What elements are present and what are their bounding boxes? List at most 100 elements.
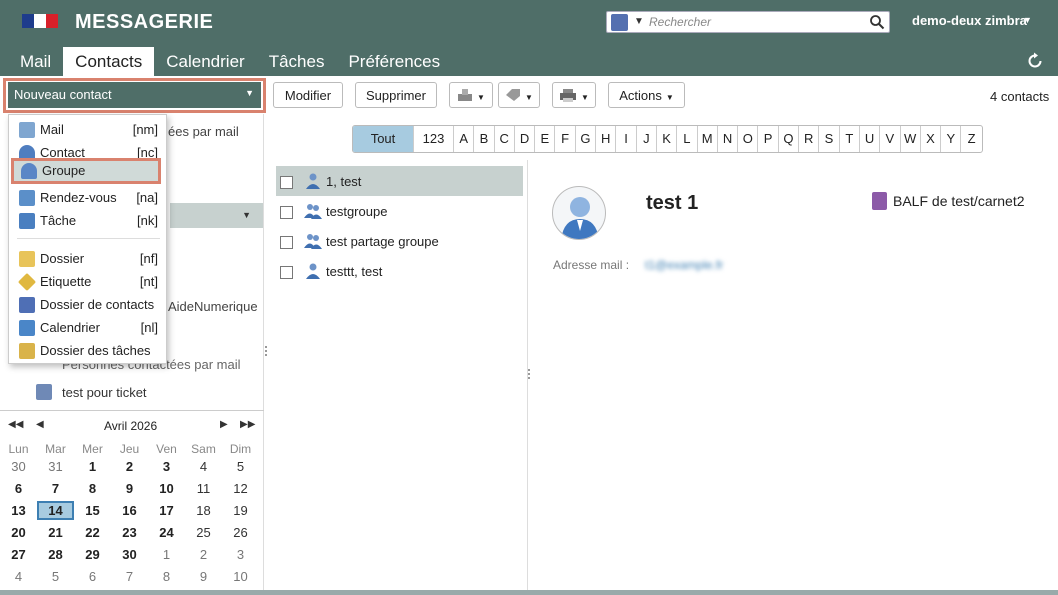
menu-item-folder[interactable]: Dossier [nf] [9,248,168,270]
calendar-day[interactable]: 31 [37,459,74,474]
calendar-day[interactable]: 5 [37,569,74,584]
alphabet-filter-t[interactable]: T [840,126,860,152]
contact-row[interactable]: test partage groupe [276,226,523,256]
alphabet-filter-123[interactable]: 123 [414,126,454,152]
alphabet-filter-j[interactable]: J [637,126,657,152]
email-value[interactable]: t1@example.fr [645,258,723,272]
alphabet-filter-d[interactable]: D [515,126,536,152]
alphabet-filter-h[interactable]: H [596,126,617,152]
chevron-down-icon[interactable]: ▼ [245,88,254,98]
calendar-day[interactable]: 1 [148,547,185,562]
alphabet-filter-e[interactable]: E [535,126,556,152]
alphabet-filter-a[interactable]: A [454,126,475,152]
calendar-day[interactable]: 7 [111,569,148,584]
tag-button[interactable]: ▼ [498,82,540,108]
alphabet-filter-l[interactable]: L [677,126,698,152]
calendar-day[interactable]: 27 [0,547,37,562]
calendar-day[interactable]: 9 [185,569,222,584]
calendar-day[interactable]: 15 [74,503,111,518]
search-box[interactable]: ▼ [606,11,890,33]
calendar-day[interactable]: 20 [0,525,37,540]
calendar-day[interactable]: 17 [148,503,185,518]
calendar-day[interactable]: 22 [74,525,111,540]
calendar-day[interactable]: 7 [37,481,74,496]
calendar-day[interactable]: 21 [37,525,74,540]
calendar-day[interactable]: 10 [222,569,259,584]
alphabet-filter-v[interactable]: V [880,126,901,152]
alphabet-filter-g[interactable]: G [576,126,597,152]
calendar-day[interactable]: 3 [148,459,185,474]
calendar-day[interactable]: 24 [148,525,185,540]
move-button[interactable]: ▼ [449,82,493,108]
menu-item-appointment[interactable]: Rendez-vous [na] [9,187,168,209]
user-menu[interactable]: demo-deux zimbra [912,13,1027,28]
calendar-day[interactable]: 30 [111,547,148,562]
folder-label-partial[interactable]: AideNumerique [168,299,258,314]
alphabet-filter-w[interactable]: W [901,126,921,152]
delete-button[interactable]: Supprimer [355,82,437,108]
contact-row[interactable]: testtt, test [276,256,523,286]
menu-item-mail[interactable]: Mail [nm] [9,119,168,141]
calendar-day[interactable]: 9 [111,481,148,496]
section-header[interactable]: ▼ [170,203,263,228]
alphabet-filter-s[interactable]: S [819,126,840,152]
print-button[interactable]: ▼ [552,82,596,108]
next-year-icon[interactable]: ▶▶ [240,419,255,430]
tab-preferences[interactable]: Préférences [336,47,452,76]
tab-mail[interactable]: Mail [8,47,63,76]
menu-item-contacts-folder[interactable]: Dossier de contacts [9,294,168,316]
row-checkbox[interactable] [280,206,293,219]
alphabet-filter-m[interactable]: M [698,126,718,152]
calendar-day[interactable]: 3 [222,547,259,562]
row-checkbox[interactable] [280,176,293,189]
alphabet-filter-o[interactable]: O [738,126,759,152]
calendar-day[interactable]: 2 [111,459,148,474]
calendar-day[interactable]: 12 [222,481,259,496]
menu-item-tag[interactable]: Etiquette [nt] [9,271,168,293]
menu-item-group[interactable]: Groupe [11,158,161,184]
calendar-day[interactable]: 23 [111,525,148,540]
alphabet-filter-n[interactable]: N [718,126,739,152]
calendar-day[interactable]: 14 [37,501,74,520]
calendar-day[interactable]: 19 [222,503,259,518]
calendar-day[interactable]: 4 [185,459,222,474]
calendar-day[interactable]: 13 [0,503,37,518]
calendar-day[interactable]: 29 [74,547,111,562]
calendar-day[interactable]: 30 [0,459,37,474]
prev-year-icon[interactable]: ◀◀ [8,419,23,430]
alphabet-filter-r[interactable]: R [799,126,820,152]
alphabet-filter-c[interactable]: C [495,126,515,152]
calendar-day[interactable]: 8 [74,481,111,496]
tab-calendar[interactable]: Calendrier [154,47,256,76]
calendar-day[interactable]: 18 [185,503,222,518]
prev-month-icon[interactable]: ◀ [36,419,44,430]
new-contact-button[interactable]: Nouveau contact ▼ [8,82,261,108]
menu-item-calendar[interactable]: Calendrier [nl] [9,317,168,339]
chevron-down-icon[interactable]: ▼ [242,210,251,220]
alphabet-filter-k[interactable]: K [657,126,678,152]
calendar-day[interactable]: 4 [0,569,37,584]
alphabet-filter-y[interactable]: Y [941,126,962,152]
alphabet-filter-x[interactable]: X [921,126,942,152]
calendar-day[interactable]: 28 [37,547,74,562]
calendar-day[interactable]: 1 [74,459,111,474]
chevron-down-icon[interactable]: ▼ [1023,15,1032,25]
row-checkbox[interactable] [280,236,293,249]
calendar-day[interactable]: 16 [111,503,148,518]
calendar-day[interactable]: 6 [74,569,111,584]
calendar-day[interactable]: 11 [185,481,222,496]
calendar-day[interactable]: 6 [0,481,37,496]
next-month-icon[interactable]: ▶ [220,419,228,430]
row-checkbox[interactable] [280,266,293,279]
search-scope-icon[interactable] [611,14,628,31]
alphabet-filter-tout[interactable]: Tout [353,126,414,152]
actions-button[interactable]: Actions ▼ [608,82,685,108]
tab-contacts[interactable]: Contacts [63,47,155,76]
calendar-day[interactable]: 25 [185,525,222,540]
alphabet-filter-i[interactable]: I [616,126,637,152]
search-input[interactable] [649,13,869,31]
folder-label-partial[interactable]: ées par mail [168,124,239,139]
refresh-icon[interactable] [1026,52,1044,70]
tab-tasks[interactable]: Tâches [257,47,337,76]
search-icon[interactable] [869,14,885,30]
